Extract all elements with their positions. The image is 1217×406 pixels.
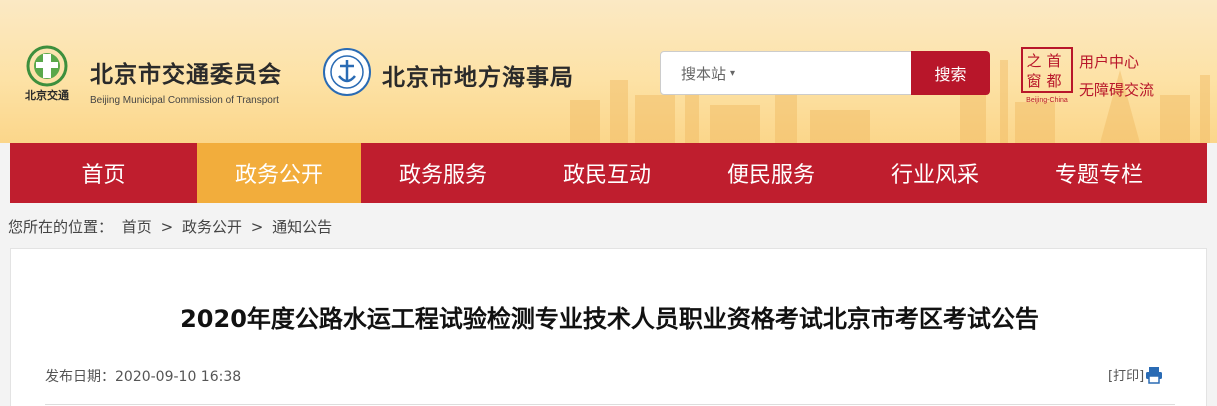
nav-item-industry[interactable]: 行业风采: [853, 143, 1017, 203]
beijing-transport-logo-icon[interactable]: 北京交通: [14, 42, 80, 104]
shoudu-en: Beijing-China: [1026, 97, 1068, 104]
nav-item-government-services[interactable]: 政务服务: [361, 143, 525, 203]
divider: [45, 404, 1175, 405]
breadcrumb-item-government-affairs[interactable]: 政务公开: [182, 218, 242, 236]
publish-date-label: 发布日期：: [45, 369, 115, 385]
maritime-bureau-logo-icon[interactable]: [322, 45, 372, 101]
accessibility-link[interactable]: 无障碍交流: [1079, 76, 1154, 104]
search-button[interactable]: 搜索: [911, 51, 990, 95]
org1-name-cn: 北京市交通委员会: [90, 62, 282, 88]
breadcrumb-separator: >: [250, 218, 264, 236]
publish-date: 发布日期：2020-09-10 16:38: [45, 366, 241, 386]
chevron-down-icon[interactable]: ▾: [730, 68, 735, 79]
breadcrumb-item-home[interactable]: 首页: [122, 218, 152, 236]
org1-name-en: Beijing Municipal Commission of Transpor…: [90, 95, 279, 106]
nav-item-home[interactable]: 首页: [10, 143, 197, 203]
publish-date-value: 2020-09-10 16:38: [115, 369, 242, 385]
org2-name[interactable]: 北京市地方海事局: [382, 58, 574, 92]
user-center-link[interactable]: 用户中心: [1079, 48, 1154, 76]
print-button[interactable]: [打印]: [1108, 365, 1163, 384]
breadcrumb-prefix: 您所在的位置：: [8, 218, 114, 236]
search-placeholder: 搜本站: [681, 64, 727, 83]
logo-text: 北京交通: [25, 88, 69, 102]
nav-item-public-services[interactable]: 便民服务: [689, 143, 853, 203]
main-nav: 首页 政务公开 政务服务 政民互动 便民服务 行业风采 专题专栏: [10, 143, 1207, 203]
breadcrumb: 您所在的位置： 首页 > 政务公开 > 通知公告: [8, 216, 336, 237]
shoudu-char-2: 都: [1046, 72, 1061, 90]
user-links: 用户中心 无障碍交流: [1079, 48, 1154, 104]
nav-item-government-affairs[interactable]: 政务公开: [197, 143, 361, 203]
shoudu-char-1: 首: [1046, 52, 1061, 70]
breadcrumb-item-notices[interactable]: 通知公告: [272, 218, 332, 236]
nav-item-interaction[interactable]: 政民互动: [525, 143, 689, 203]
shoudu-zhichuang-logo-icon[interactable]: 首 都 之 窗 Beijing-China: [1020, 46, 1074, 104]
nav-item-special-topics[interactable]: 专题专栏: [1017, 143, 1181, 203]
printer-icon[interactable]: [1145, 366, 1163, 384]
article-title: 2020年度公路水运工程试验检测专业技术人员职业资格考试北京市考区考试公告: [180, 305, 1039, 333]
org1-name[interactable]: 北京市交通委员会 Beijing Municipal Commission of…: [90, 55, 282, 106]
shoudu-char-4: 窗: [1026, 72, 1041, 90]
search-input[interactable]: 搜本站 ▾: [660, 51, 912, 95]
print-label: [打印]: [1108, 369, 1145, 384]
shoudu-char-3: 之: [1026, 52, 1041, 70]
site-header: 北京交通 北京市交通委员会 Beijing Municipal Commissi…: [0, 0, 1217, 143]
article-container: 2020年度公路水运工程试验检测专业技术人员职业资格考试北京市考区考试公告 发布…: [10, 248, 1207, 406]
breadcrumb-separator: >: [160, 218, 174, 236]
